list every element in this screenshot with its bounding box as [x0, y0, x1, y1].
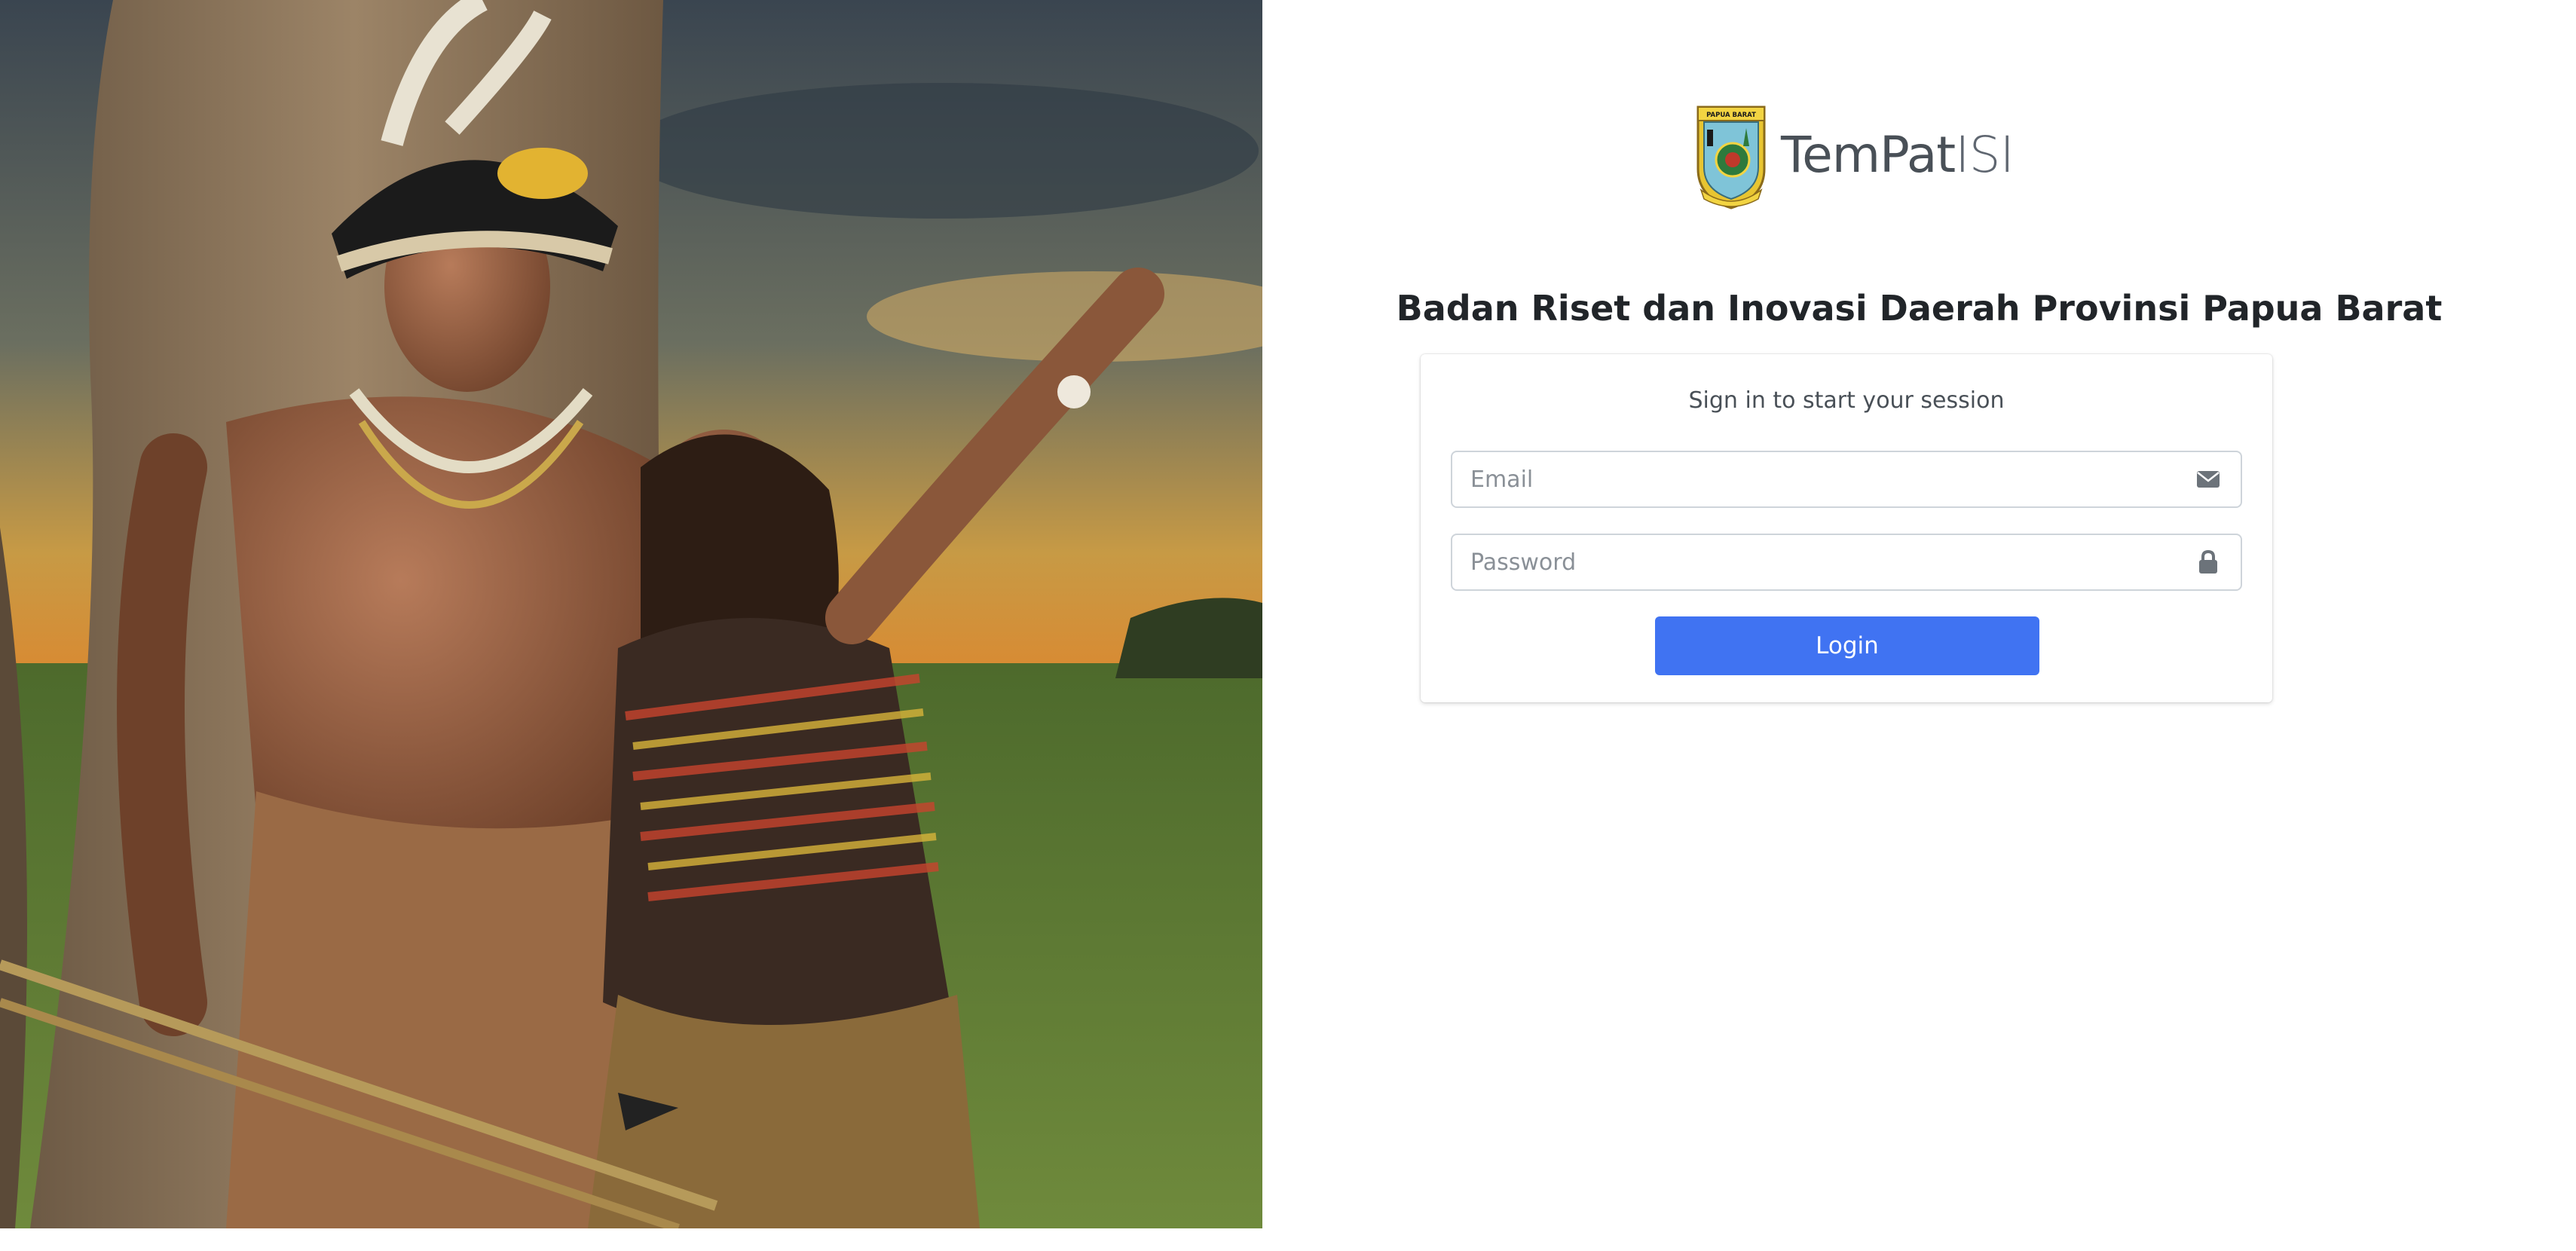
papua-barat-emblem-icon: PAPUA BARAT: [1693, 99, 1769, 211]
brand: PAPUA BARAT TemPatISI: [1693, 99, 2015, 211]
page-title: Badan Riset dan Inovasi Daerah Provinsi …: [1396, 288, 2443, 329]
papuan-couple-photo: [0, 0, 1262, 1228]
brand-name-light: ISI: [1955, 126, 2015, 184]
login-panel: PAPUA BARAT TemPatISI Badan Riset dan In…: [1262, 0, 2576, 1251]
login-card: Sign in to start your session Email Logi…: [1421, 354, 2272, 702]
login-box-message: Sign in to start your session: [1688, 387, 2005, 414]
brand-name-bold: TemPat: [1781, 126, 1956, 184]
email-field: [1451, 451, 2242, 508]
login-page: PAPUA BARAT TemPatISI Badan Riset dan In…: [0, 0, 2576, 1251]
emblem-text: PAPUA BARAT: [1706, 112, 1756, 119]
hero-image: [0, 0, 1262, 1228]
envelope-icon: [2176, 452, 2241, 506]
brand-name: TemPatISI: [1781, 130, 2015, 180]
password-field: [1451, 534, 2242, 591]
password-input[interactable]: [1452, 535, 2176, 589]
email-input[interactable]: [1452, 452, 2176, 506]
lock-icon: [2176, 535, 2241, 589]
login-button[interactable]: Login: [1655, 616, 2039, 675]
